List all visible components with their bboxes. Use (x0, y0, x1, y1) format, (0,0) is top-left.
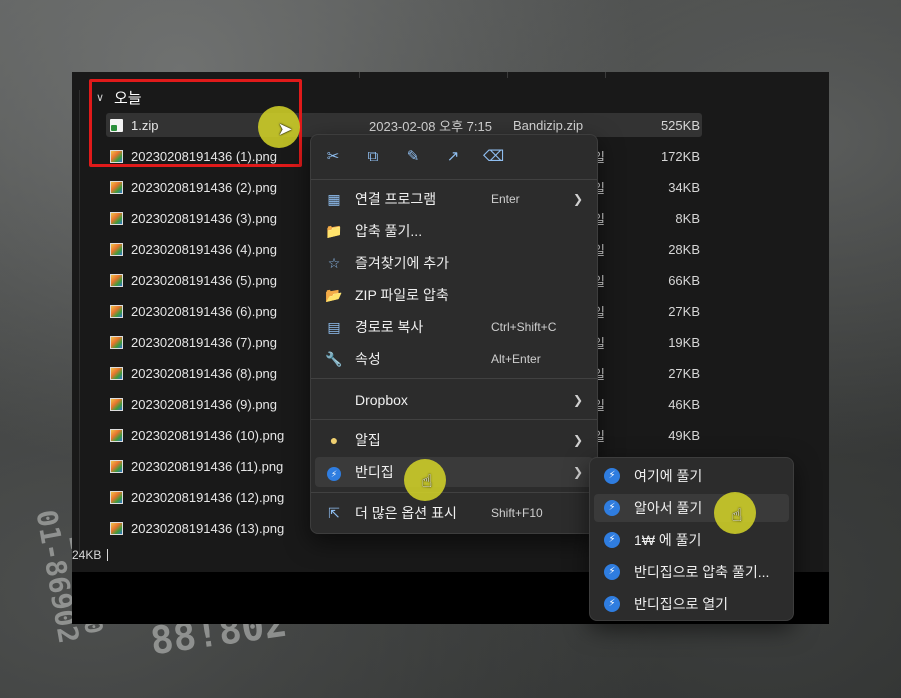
file-date: 2023-02-08 오후 7:15 (369, 118, 492, 134)
bandizip-icon: ⚡ (604, 468, 620, 484)
bandizip-icon: ⚡ (604, 532, 620, 548)
copy-icon[interactable]: ⧉ (363, 147, 383, 167)
png-file-icon (110, 335, 123, 349)
menu-item-properties[interactable]: 🔧 속성 Alt+Enter (315, 344, 593, 374)
png-file-icon (110, 397, 123, 411)
file-size: 8KB (675, 210, 700, 226)
menu-item-dropbox[interactable]: Dropbox ❯ (315, 385, 593, 415)
file-size: 66KB (668, 272, 700, 288)
png-file-icon (110, 273, 123, 287)
png-file-icon (110, 304, 123, 318)
png-file-icon (110, 211, 123, 225)
bandizip-icon: ⚡ (604, 564, 620, 580)
chevron-right-icon: ❯ (572, 393, 583, 407)
png-file-icon (110, 490, 123, 504)
arrow-cursor-icon: ➤ (277, 119, 293, 139)
status-bar: 24KB (72, 544, 109, 566)
hand-cursor-icon: ☝ (731, 505, 743, 525)
column-separator (605, 72, 606, 78)
menu-item-copy-path[interactable]: ▤ 경로로 복사 Ctrl+Shift+C (315, 312, 593, 342)
menu-item-more-options[interactable]: ⇱ 더 많은 옵션 표시 Shift+F10 (315, 498, 593, 528)
delete-icon[interactable]: ⌫ (483, 147, 504, 167)
file-size: 172KB (660, 148, 700, 164)
more-options-icon: ⇱ (328, 504, 340, 521)
copy-path-icon: ▤ (327, 318, 341, 335)
bandizip-icon: ⚡ (604, 500, 620, 516)
png-file-icon (110, 521, 123, 535)
submenu-item-extract-here[interactable]: ⚡ 여기에 풀기 (594, 462, 789, 490)
cut-icon[interactable]: ✂ (323, 147, 343, 167)
file-size: 28KB (668, 241, 700, 257)
file-type: Bandizip.zip (513, 117, 584, 133)
alzip-icon: ● (329, 432, 339, 448)
submenu-item-extract-with-bandizip[interactable]: ⚡ 반디집으로 압축 풀기... (594, 558, 789, 586)
menu-separator (311, 419, 597, 420)
png-file-icon (110, 366, 123, 380)
png-file-icon (110, 428, 123, 442)
extract-icon: 📁 (325, 222, 343, 239)
chevron-right-icon: ❯ (572, 465, 583, 479)
menu-separator (311, 378, 597, 379)
column-separator (359, 72, 360, 78)
menu-separator (311, 492, 597, 493)
bandizip-icon: ⚡ (325, 464, 343, 481)
menu-item-alzip[interactable]: ● 알집 ❯ (315, 425, 593, 455)
open-with-icon: ▦ (327, 190, 341, 207)
wrench-icon: 🔧 (325, 350, 343, 367)
bandizip-icon: ⚡ (604, 596, 620, 612)
bandizip-submenu: ⚡ 여기에 풀기 ⚡ 알아서 풀기 ⚡ 1₩ 에 풀기 ⚡ 반디집으로 압축 풀… (589, 457, 794, 621)
file-size: 46KB (668, 396, 700, 412)
hand-cursor-icon: ☝ (421, 471, 433, 491)
share-icon[interactable]: ↗ (443, 147, 463, 167)
menu-item-extract[interactable]: 📁 압축 풀기... (315, 216, 593, 246)
chevron-right-icon: ❯ (572, 192, 583, 206)
status-divider (107, 549, 109, 561)
chevron-right-icon: ❯ (572, 433, 583, 447)
submenu-item-smart-extract[interactable]: ⚡ 알아서 풀기 (594, 494, 789, 522)
status-text: 24KB (72, 548, 102, 562)
file-size: 19KB (668, 334, 700, 350)
png-file-icon (110, 459, 123, 473)
file-size: 49KB (668, 427, 700, 443)
png-file-icon (110, 242, 123, 256)
menu-item-bandizip[interactable]: ⚡ 반디집 ❯ (315, 457, 593, 487)
menu-separator (311, 179, 597, 180)
menu-item-open-with[interactable]: ▦ 연결 프로그램 Enter ❯ (315, 184, 593, 214)
submenu-item-open-with-bandizip[interactable]: ⚡ 반디집으로 열기 (594, 590, 789, 618)
submenu-item-extract-to-folder[interactable]: ⚡ 1₩ 에 풀기 (594, 526, 789, 554)
rename-icon[interactable]: ✎ (403, 147, 423, 167)
column-separator (507, 72, 508, 78)
file-size: 27KB (668, 303, 700, 319)
png-file-icon (110, 180, 123, 194)
menu-item-add-favorites[interactable]: ☆ 즐겨찾기에 추가 (315, 248, 593, 278)
context-menu: ✂ ⧉ ✎ ↗ ⌫ ▦ 연결 프로그램 Enter ❯ 📁 압축 풀기... ☆… (310, 134, 598, 534)
file-size: 27KB (668, 365, 700, 381)
context-toolbar: ✂ ⧉ ✎ ↗ ⌫ (311, 135, 597, 179)
star-icon: ☆ (327, 254, 341, 271)
tree-guide-line (79, 90, 80, 560)
zip-folder-icon: 📂 (325, 286, 343, 303)
file-size: 34KB (668, 179, 700, 195)
file-size: 525KB (660, 117, 700, 133)
menu-item-compress-zip[interactable]: 📂 ZIP 파일로 압축 (315, 280, 593, 310)
